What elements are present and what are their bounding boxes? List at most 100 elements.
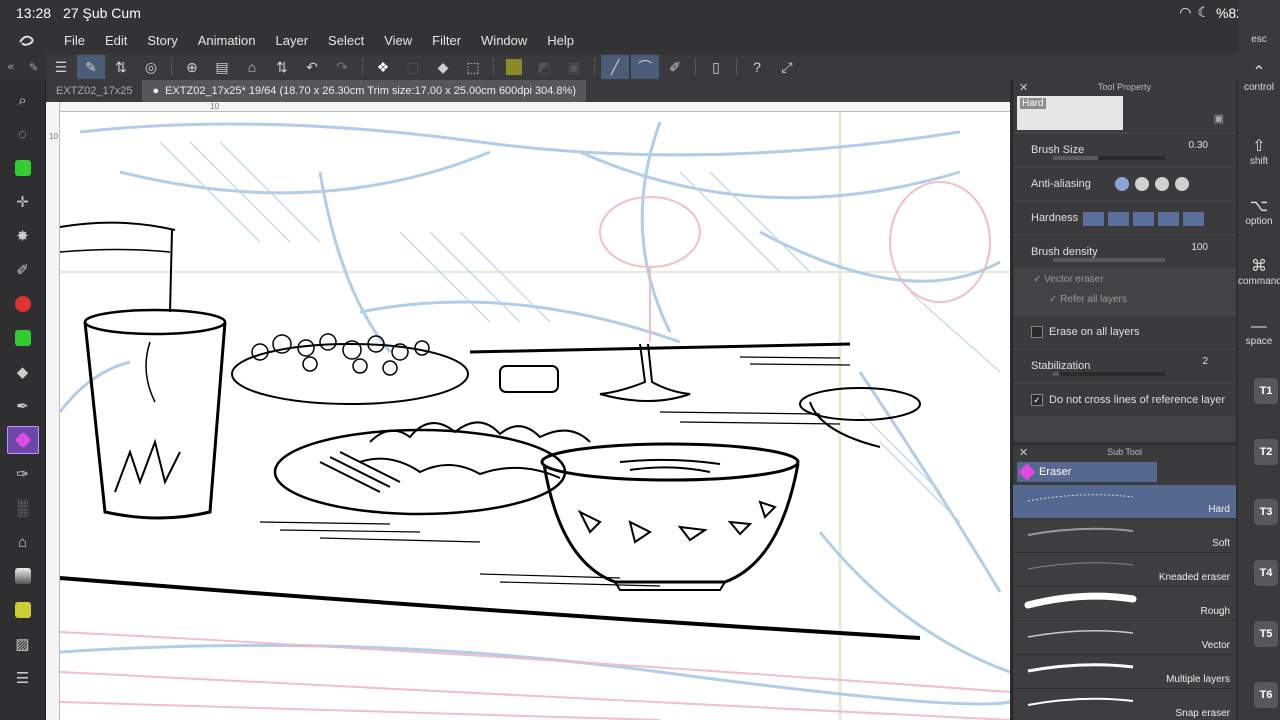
t3-key[interactable]: T3 [1254,499,1278,525]
tool-property-title: Tool Property [1097,82,1152,92]
new-file-icon[interactable]: ⊕ [178,55,206,79]
stabilization-row[interactable]: Stabilization 2 [1013,350,1236,382]
hardness-options[interactable] [1083,212,1204,226]
menu-window[interactable]: Window [471,33,537,48]
brush-icon[interactable]: ✒ [7,392,39,420]
frame-border-icon[interactable]: ▨ [7,630,39,658]
menu-view[interactable]: View [374,33,422,48]
no-cross-row[interactable]: ✓ Do not cross lines of reference layer [1013,384,1236,416]
t2-key[interactable]: T2 [1254,439,1278,465]
gradient-icon[interactable] [7,562,39,590]
brush-size-slider[interactable] [1053,156,1165,160]
expand-icon[interactable]: ⤢ [773,55,801,79]
pen-icon[interactable] [7,324,39,352]
close-icon[interactable]: ✕ [1019,446,1028,459]
brush-density-row[interactable]: Brush density 100 [1013,236,1236,268]
eraser-icon[interactable] [6,426,39,454]
sub-tool-item-hard[interactable]: Hard [1013,485,1236,519]
stamp-icon[interactable]: ⌂ [7,528,39,556]
close-icon[interactable]: ✕ [1019,81,1028,94]
zoom-icon[interactable]: ⌕ [7,86,39,114]
sub-tool-group-eraser[interactable]: Eraser [1017,462,1157,482]
collapse-icon[interactable]: « [8,61,14,73]
sub-tool-item-kneaded[interactable]: Kneaded eraser [1013,553,1236,587]
redpen-icon[interactable] [7,290,39,318]
color-swatch-icon[interactable] [500,55,528,79]
menu-layer[interactable]: Layer [266,33,319,48]
clip-studio-icon[interactable]: ◎ [137,55,165,79]
save-icon[interactable]: ⌂ [238,55,266,79]
space-key[interactable]: — space [1238,318,1280,347]
sub-tool-item-vector[interactable]: Vector [1013,621,1236,655]
shift-key[interactable]: ⇧ shift [1238,136,1280,167]
clear-icon[interactable]: ▢ [399,55,427,79]
updown2-icon[interactable]: ⇅ [268,55,296,79]
erase-all-layers-row[interactable]: Erase on all layers [1013,316,1236,348]
menu-help[interactable]: Help [537,33,584,48]
tab-document-1[interactable]: EXTZ02_17x25 [46,80,142,102]
lock-icon[interactable]: ▣ [1214,112,1224,125]
select-layer-icon[interactable] [7,154,39,182]
control-key[interactable]: ⌃ control [1238,62,1280,93]
fill-tool-icon[interactable]: ◆ [7,358,39,386]
aa-none[interactable] [1115,177,1129,191]
t6-key[interactable]: T6 [1254,682,1278,708]
brush-size-row[interactable]: Brush Size 0.30 [1013,134,1236,166]
transform-icon[interactable]: ⬚ [459,55,487,79]
pen-small-icon[interactable]: ✎ [29,61,38,74]
sub-tool-item-snap[interactable]: Snap eraser [1013,689,1236,720]
stabilization-slider[interactable] [1053,372,1165,376]
esc-key[interactable]: esc [1238,34,1280,45]
quick-access-icon[interactable]: ✎ [77,55,105,79]
figure-icon[interactable] [7,596,39,624]
lasso-icon[interactable]: ◌ [7,120,39,148]
updown-icon[interactable]: ⇅ [107,55,135,79]
move-icon[interactable]: ✛ [7,188,39,216]
menu-animation[interactable]: Animation [188,33,266,48]
pen-snap-icon[interactable]: ✐ [661,55,689,79]
decoration-icon[interactable]: ✑ [7,460,39,488]
erase-all-layers-checkbox[interactable] [1031,326,1043,338]
menu-edit[interactable]: Edit [95,33,137,48]
no-cross-checkbox[interactable]: ✓ [1031,394,1043,406]
aa-medium[interactable] [1155,177,1169,191]
command-key[interactable]: ⌘ command [1238,256,1280,287]
brush-density-slider[interactable] [1053,258,1165,262]
curve-snap-icon[interactable]: ⌒ [631,55,659,79]
refer-all-layers-option[interactable]: ✓ Refer all layers [1049,294,1127,305]
open-folder-icon[interactable]: ▤ [208,55,236,79]
undo-icon[interactable]: ↶ [298,55,326,79]
t1-key[interactable]: T1 [1254,378,1278,404]
ruler-snap-icon[interactable]: ╱ [601,55,629,79]
hamburger-menu-icon[interactable]: ☰ [47,55,75,79]
sub-tool-item-multiple[interactable]: Multiple layers [1013,655,1236,689]
transparent-icon[interactable]: ◩ [530,55,558,79]
t4-key[interactable]: T4 [1254,560,1278,586]
auto-select-icon[interactable]: ✸ [7,222,39,250]
aa-weak[interactable] [1135,177,1149,191]
menu-story[interactable]: Story [137,33,187,48]
anti-aliasing-options[interactable] [1115,177,1189,191]
menu-file[interactable]: File [54,33,95,48]
redo-icon[interactable]: ↷ [328,55,356,79]
blend-icon[interactable]: ░ [7,494,39,522]
preset-preview[interactable]: Hard [1017,96,1123,130]
app-logo-icon[interactable] [0,32,54,48]
sub-tool-item-soft[interactable]: Soft [1013,519,1236,553]
tone-icon[interactable]: ◆ [429,55,457,79]
fill-icon[interactable]: ❖ [369,55,397,79]
tab-document-2[interactable]: ● EXTZ02_17x25* 19/64 (18.70 x 26.30cm T… [142,80,586,102]
drawing-canvas[interactable] [60,112,1010,720]
aa-strong[interactable] [1175,177,1189,191]
eyedropper-icon[interactable]: ✐ [7,256,39,284]
device-icon[interactable]: ▯ [702,55,730,79]
help-icon[interactable]: ? [743,55,771,79]
menu-filter[interactable]: Filter [422,33,471,48]
menu-select[interactable]: Select [318,33,374,48]
sub-tool-item-rough[interactable]: Rough [1013,587,1236,621]
vector-eraser-option[interactable]: ✓ Vector eraser [1033,274,1104,285]
option-key[interactable]: ⌥ option [1238,196,1280,227]
t5-key[interactable]: T5 [1254,621,1278,647]
more-tools-icon[interactable]: ☰ [7,664,39,692]
frame-icon[interactable]: ▣ [560,55,588,79]
